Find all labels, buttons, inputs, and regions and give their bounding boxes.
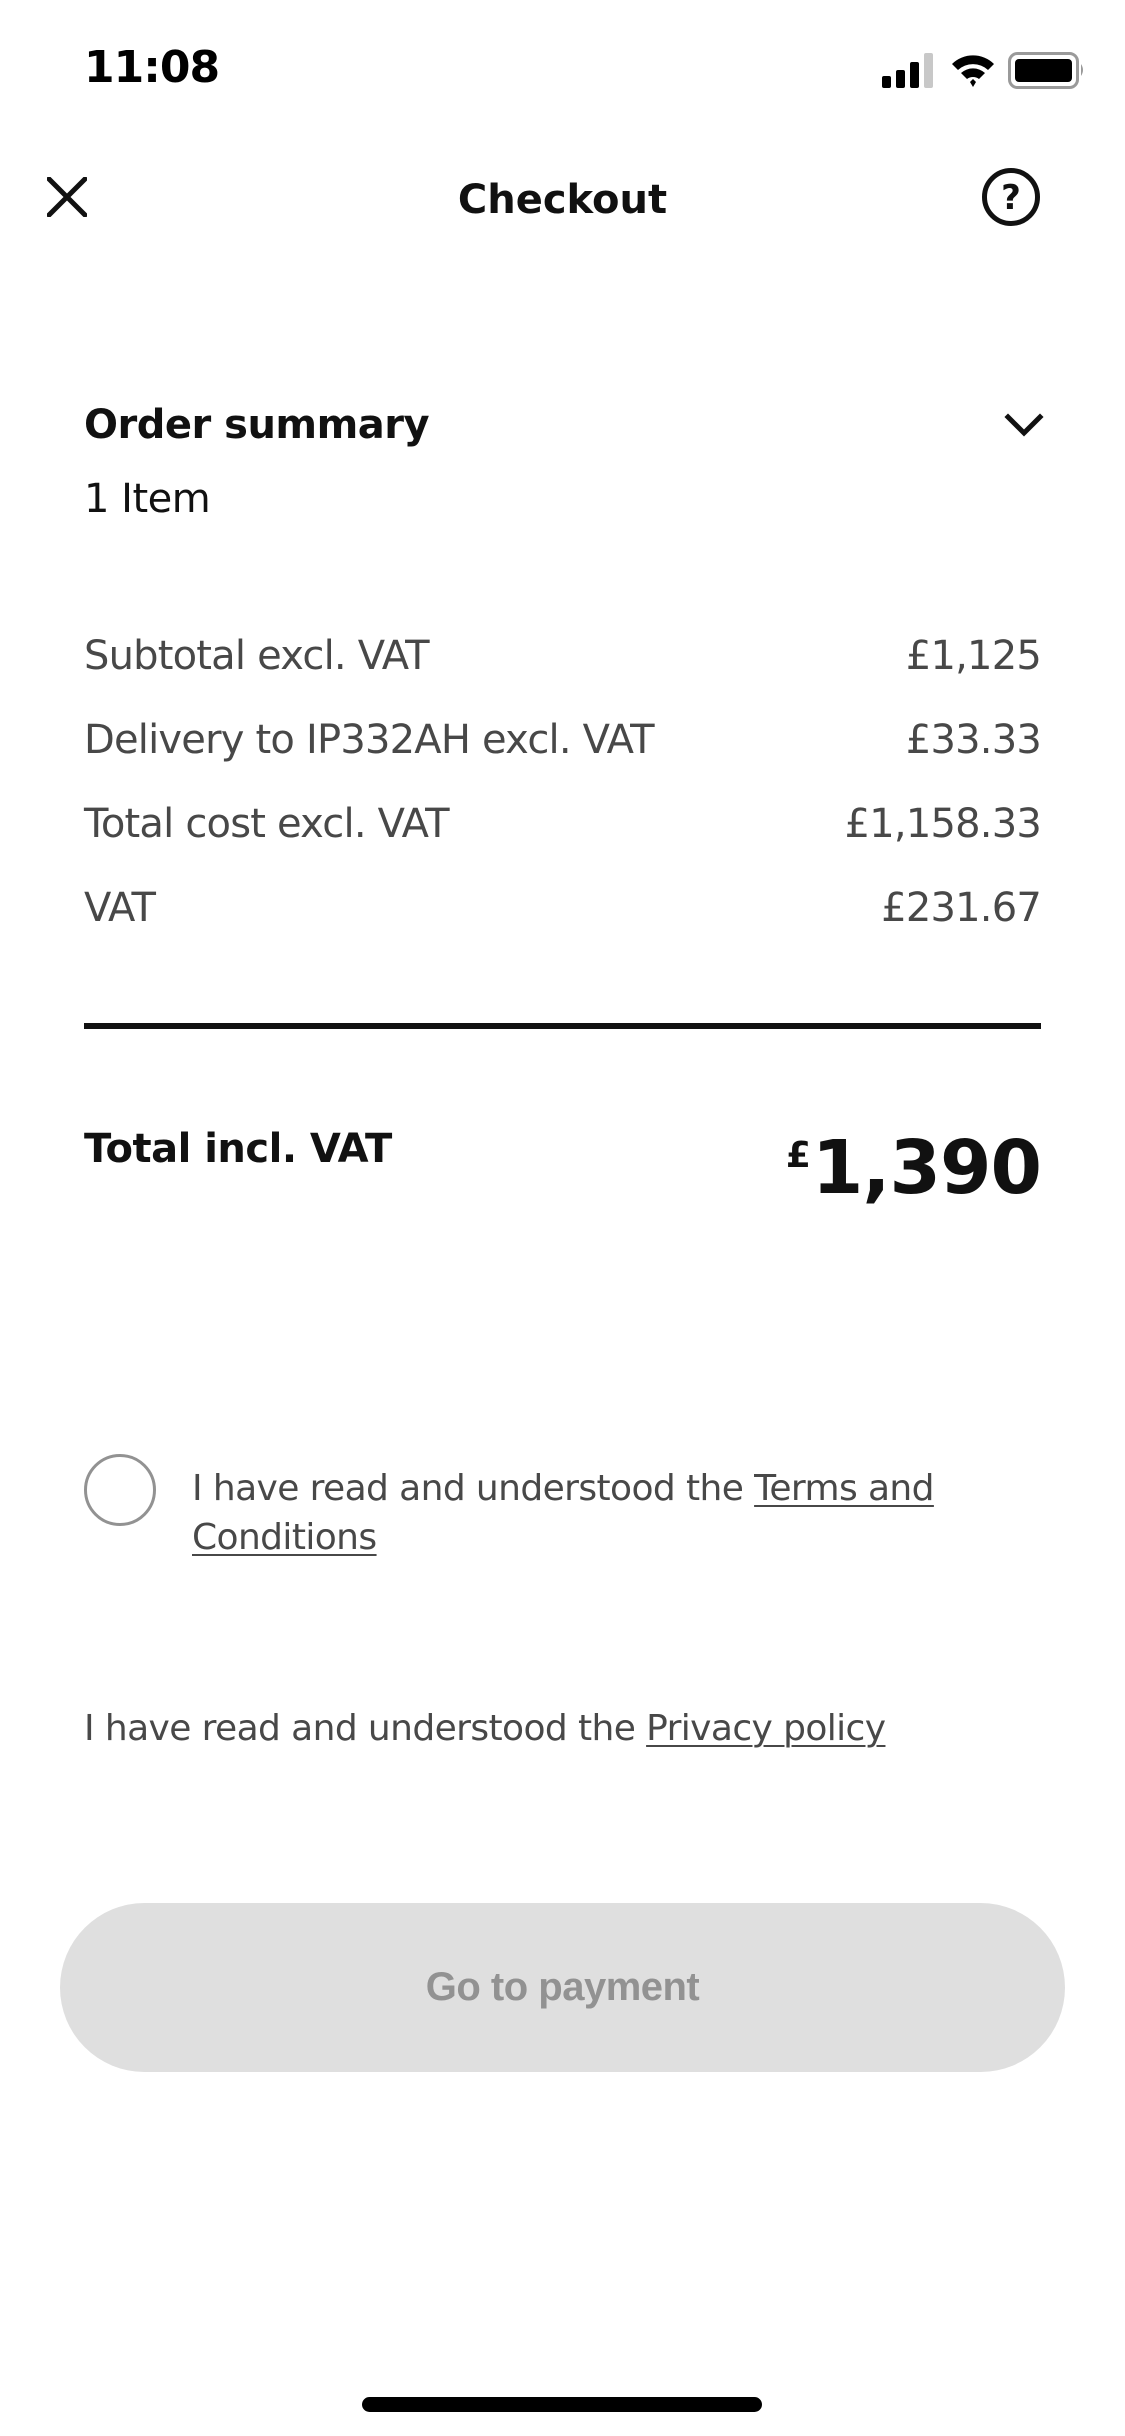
terms-text: I have read and understood the Terms and…	[192, 1464, 952, 1562]
status-icons	[880, 50, 1090, 90]
wifi-icon	[952, 55, 994, 87]
order-summary-toggle[interactable]: Order summary	[84, 395, 1044, 455]
line-item-value: £1,125	[905, 633, 1042, 679]
terms-prefix: I have read and understood the	[192, 1468, 755, 1509]
line-item-label: Total cost excl. VAT	[84, 801, 450, 847]
total-currency: £	[785, 1135, 811, 1176]
terms-checkbox[interactable]	[84, 1454, 156, 1526]
order-summary-title: Order summary	[84, 402, 430, 448]
line-item-value: £33.33	[905, 717, 1042, 763]
battery-icon	[1008, 52, 1083, 89]
total-divider	[84, 1023, 1041, 1029]
page-title: Checkout	[457, 177, 668, 223]
line-item-label: Delivery to IP332AH excl. VAT	[84, 717, 655, 763]
chevron-down-icon	[1004, 413, 1044, 437]
status-time: 11:08	[84, 42, 220, 93]
line-item-vat: VAT £231.67	[84, 866, 1042, 950]
line-item-subtotal: Subtotal excl. VAT £1,125	[84, 614, 1042, 698]
line-item-total-excl-vat: Total cost excl. VAT £1,158.33	[84, 782, 1042, 866]
total-price: £ 1,390	[785, 1118, 1042, 1218]
svg-text:?: ?	[1001, 178, 1021, 218]
go-to-payment-button[interactable]: Go to payment	[60, 1903, 1065, 2072]
line-item-value: £1,158.33	[844, 801, 1042, 847]
status-icons-svg	[882, 52, 1083, 89]
privacy-policy-link[interactable]: Privacy policy	[646, 1708, 886, 1749]
price-breakdown: Subtotal excl. VAT £1,125 Delivery to IP…	[84, 614, 1042, 950]
help-button[interactable]: ?	[978, 164, 1044, 230]
item-count: 1 Item	[84, 476, 211, 522]
privacy-prefix: I have read and understood the	[84, 1708, 647, 1749]
line-item-label: VAT	[84, 885, 156, 931]
signal-icon	[882, 53, 933, 88]
total-amount: 1,390	[811, 1125, 1042, 1211]
line-item-label: Subtotal excl. VAT	[84, 633, 430, 679]
total-label: Total incl. VAT	[84, 1126, 392, 1172]
line-item-delivery: Delivery to IP332AH excl. VAT £33.33	[84, 698, 1042, 782]
help-icon: ?	[982, 168, 1040, 226]
privacy-text: I have read and understood the Privacy p…	[84, 1704, 1044, 1753]
home-indicator[interactable]	[362, 2397, 762, 2412]
line-item-value: £231.67	[881, 885, 1042, 931]
